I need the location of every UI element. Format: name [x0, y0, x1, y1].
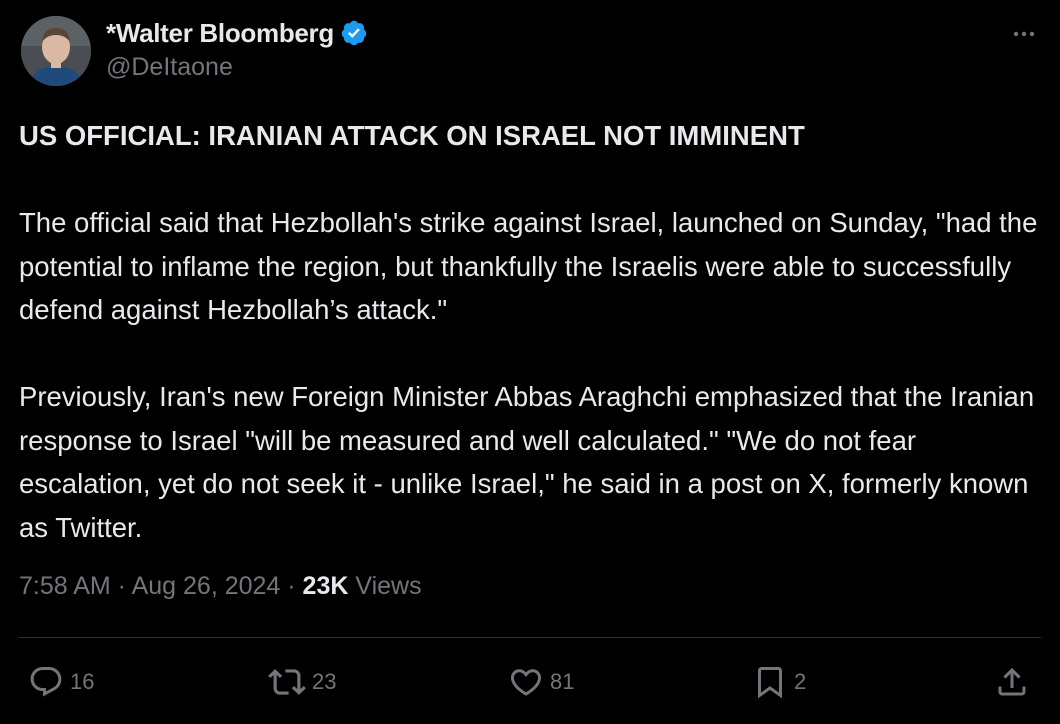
- tweet-date[interactable]: Aug 26, 2024: [132, 572, 281, 600]
- display-name[interactable]: *Walter Bloomberg: [106, 18, 334, 49]
- bookmark-icon: [752, 663, 788, 701]
- heart-icon: [508, 664, 544, 700]
- handle[interactable]: @DeItaone: [106, 53, 368, 82]
- tweet-paragraph: Previously, Iran's new Foreign Minister …: [19, 381, 1035, 543]
- tweet-headline: US OFFICIAL: IRANIAN ATTACK ON ISRAEL NO…: [19, 120, 805, 151]
- repost-button[interactable]: 23: [268, 660, 336, 704]
- verified-badge-icon[interactable]: [340, 19, 368, 47]
- like-count: 81: [550, 669, 575, 694]
- meta-separator: ·: [110, 572, 132, 600]
- views-count[interactable]: 23K: [303, 572, 349, 600]
- meta-separator: ·: [280, 572, 303, 600]
- avatar[interactable]: [21, 16, 91, 86]
- action-bar: 16 23 81 2: [0, 660, 1060, 704]
- reply-icon: [28, 664, 64, 700]
- avatar-image: [21, 16, 91, 86]
- tweet-paragraph: The official said that Hezbollah's strik…: [19, 207, 1038, 325]
- repost-count: 23: [312, 669, 337, 694]
- author-block: *Walter Bloomberg @DeItaone: [106, 17, 368, 82]
- share-button[interactable]: [994, 660, 1030, 704]
- tweet: *Walter Bloomberg @DeItaone US OFFICIAL:…: [0, 0, 1060, 724]
- tweet-time[interactable]: 7:58 AM: [19, 572, 111, 600]
- share-icon: [994, 664, 1030, 700]
- bookmark-count: 2: [794, 669, 807, 694]
- reply-count: 16: [70, 669, 95, 694]
- tweet-text: US OFFICIAL: IRANIAN ATTACK ON ISRAEL NO…: [19, 114, 1044, 549]
- bookmark-button[interactable]: 2: [752, 660, 806, 704]
- more-options-icon[interactable]: [1010, 20, 1038, 48]
- views-label: Views: [348, 572, 422, 600]
- tweet-meta: 7:58 AM · Aug 26, 2024 · 23K Views: [19, 572, 422, 601]
- like-button[interactable]: 81: [508, 660, 574, 704]
- repost-icon: [268, 663, 306, 701]
- reply-button[interactable]: 16: [28, 660, 94, 704]
- name-row: *Walter Bloomberg: [106, 17, 368, 49]
- divider: [19, 637, 1041, 638]
